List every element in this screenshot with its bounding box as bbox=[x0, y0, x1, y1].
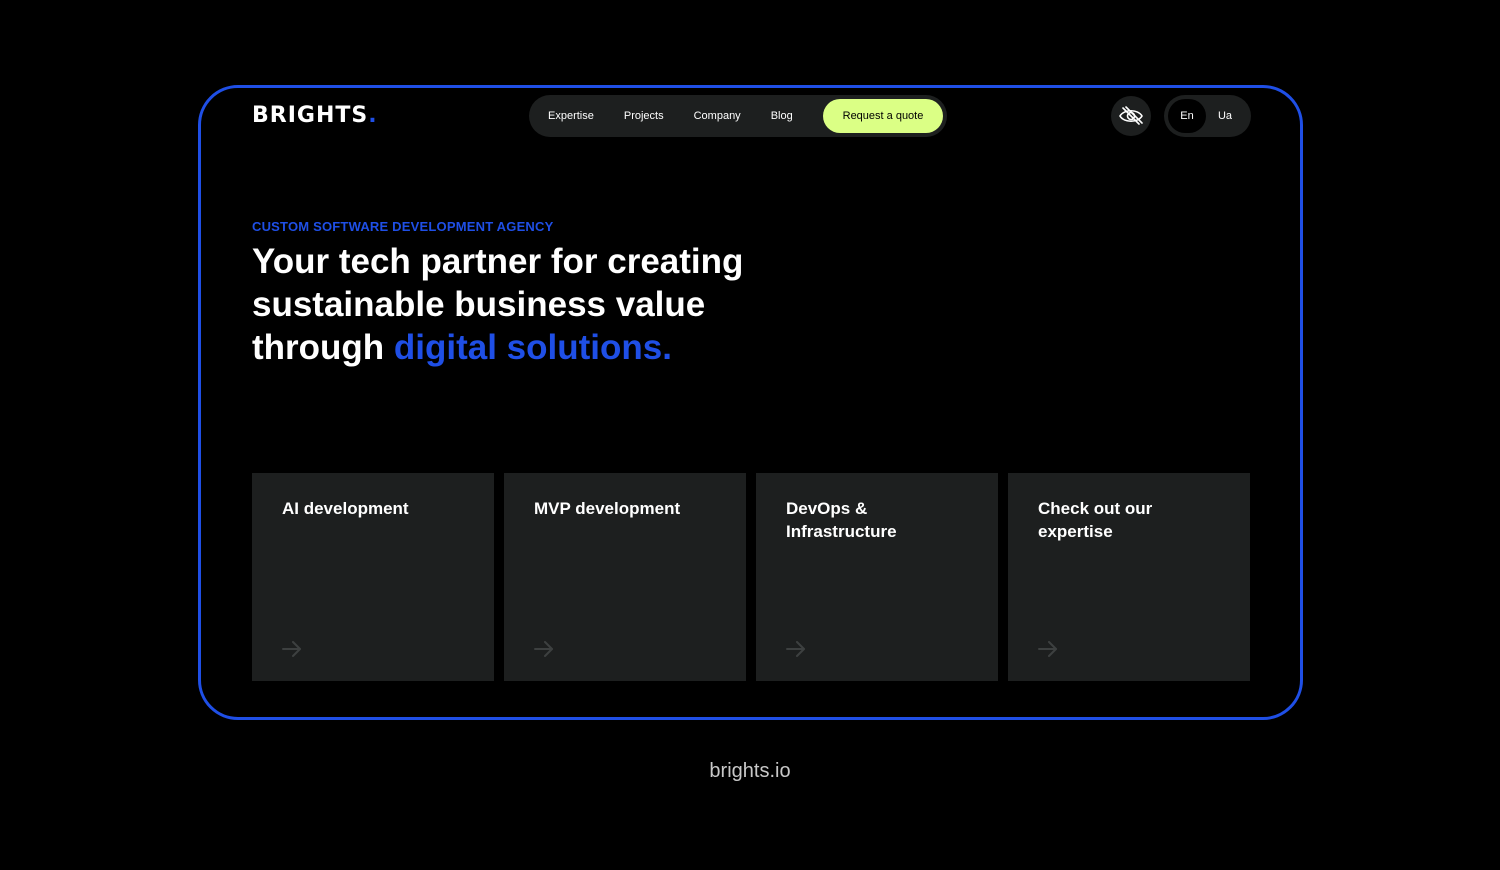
main-nav: Expertise Projects Company Blog Request … bbox=[529, 95, 947, 137]
card-title: Check out our expertise bbox=[1038, 499, 1153, 541]
headline-dot: . bbox=[662, 328, 672, 367]
arrow-right-icon bbox=[786, 641, 805, 657]
card-ai-development[interactable]: AI development bbox=[252, 473, 494, 681]
logo-text: BRIGHTS bbox=[252, 103, 369, 128]
card-check-expertise[interactable]: Check out our expertise bbox=[1008, 473, 1250, 681]
accessibility-toggle-button[interactable] bbox=[1111, 96, 1151, 136]
request-quote-button[interactable]: Request a quote bbox=[823, 99, 943, 133]
nav-item-expertise[interactable]: Expertise bbox=[548, 110, 594, 122]
brand-logo[interactable]: BRIGHTS. bbox=[252, 103, 378, 128]
hero-eyebrow: CUSTOM SOFTWARE DEVELOPMENT AGENCY bbox=[252, 219, 554, 234]
nav-item-blog[interactable]: Blog bbox=[771, 110, 793, 122]
language-switcher: En Ua bbox=[1164, 95, 1251, 137]
card-title: MVP development bbox=[534, 499, 681, 518]
eye-off-icon bbox=[1119, 106, 1143, 125]
hero-headline: Your tech partner for creating sustainab… bbox=[252, 240, 812, 369]
language-option-en[interactable]: En bbox=[1168, 99, 1206, 133]
headline-accent: digital solutions bbox=[393, 328, 663, 367]
logo-dot: . bbox=[368, 103, 378, 128]
nav-item-company[interactable]: Company bbox=[694, 110, 741, 122]
arrow-right-icon bbox=[282, 641, 301, 657]
arrow-right-icon bbox=[1038, 641, 1057, 657]
card-title: AI development bbox=[282, 499, 409, 518]
site-url-caption: brights.io bbox=[709, 760, 791, 782]
browser-frame: BRIGHTS. Expertise Projects Company Blog… bbox=[198, 85, 1303, 720]
service-cards: AI development MVP development DevOps & … bbox=[252, 473, 1250, 681]
card-devops-infrastructure[interactable]: DevOps & Infrastructure bbox=[756, 473, 998, 681]
card-title: DevOps & Infrastructure bbox=[786, 499, 897, 541]
nav-item-projects[interactable]: Projects bbox=[624, 110, 664, 122]
arrow-right-icon bbox=[534, 641, 553, 657]
card-mvp-development[interactable]: MVP development bbox=[504, 473, 746, 681]
language-option-ua[interactable]: Ua bbox=[1206, 99, 1244, 133]
